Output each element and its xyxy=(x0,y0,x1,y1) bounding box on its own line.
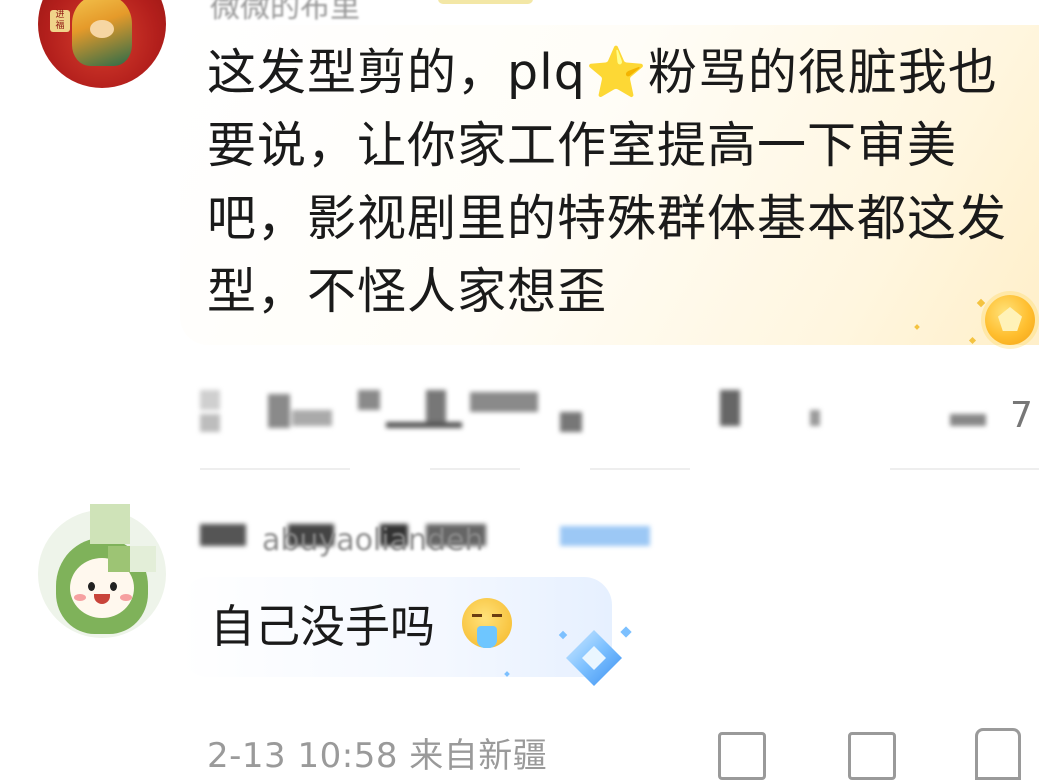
like-count[interactable]: 7 xyxy=(1010,395,1033,436)
mosaic-block xyxy=(90,504,130,544)
avatar-cheek xyxy=(74,594,86,601)
user-badge xyxy=(438,0,533,4)
comment-2-text[interactable]: 自己没手吗 xyxy=(210,598,435,656)
sparkle-icon xyxy=(620,626,632,638)
divider xyxy=(430,468,520,470)
divider xyxy=(200,468,350,470)
gold-medal-icon xyxy=(985,295,1035,345)
avatar-eye xyxy=(110,582,117,591)
comment-2-username[interactable]: abuyaoliandeh xyxy=(262,523,484,558)
comment-1-username[interactable]: 微微的布里 xyxy=(210,0,360,26)
comment-1-text[interactable]: 这发型剪的，plq⭐粉骂的很脏我也要说，让你家工作室提高一下审美吧，影视剧里的特… xyxy=(207,36,1017,328)
avatar-face xyxy=(90,20,114,38)
divider xyxy=(590,468,690,470)
share-icon[interactable] xyxy=(718,732,766,780)
avatar-cheek xyxy=(120,594,132,601)
thumbs-up-icon[interactable] xyxy=(975,728,1021,780)
avatar-stamp: 进福 xyxy=(50,10,70,32)
mosaic-block xyxy=(130,546,156,572)
comment-2-meta: 2-13 10:58 来自新疆 xyxy=(207,736,548,776)
divider xyxy=(890,468,1039,470)
comment-1-action-row xyxy=(200,390,1000,440)
vomiting-face-emoji-icon xyxy=(462,598,512,648)
avatar-eye xyxy=(88,582,95,591)
comment-icon[interactable] xyxy=(848,732,896,780)
mosaic-block xyxy=(108,546,130,572)
comment-1-avatar[interactable]: 进福 xyxy=(38,0,166,88)
